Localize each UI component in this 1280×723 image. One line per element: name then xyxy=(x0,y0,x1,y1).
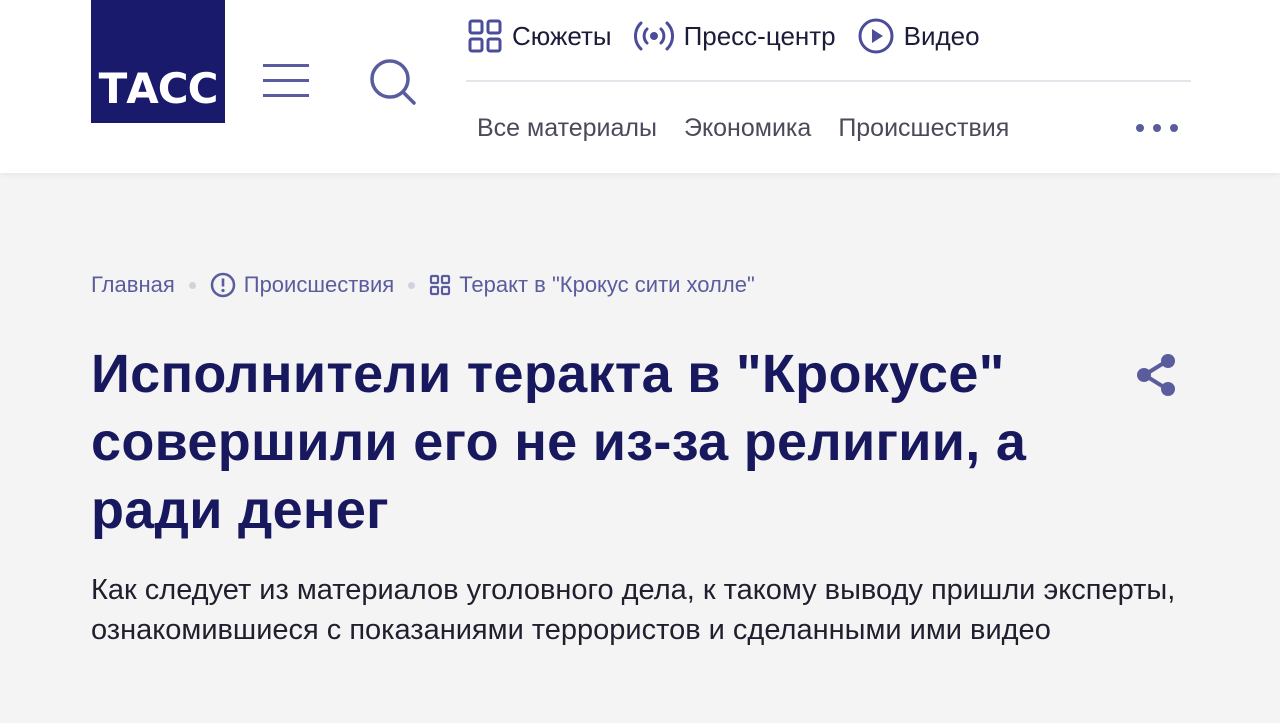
play-icon xyxy=(858,18,894,54)
breadcrumb-separator xyxy=(408,281,416,289)
nav-divider xyxy=(466,80,1191,82)
breadcrumb-story-label: Теракт в "Крокус сити холле" xyxy=(459,272,755,297)
menu-icon[interactable] xyxy=(263,62,309,100)
top-nav: Сюжеты Пресс-центр Видео xyxy=(468,14,1002,58)
grid-icon xyxy=(430,274,451,296)
tass-logo[interactable]: ТАСС xyxy=(91,0,225,123)
article-lead: Как следует из материалов уголовного дел… xyxy=(91,574,1176,646)
nav-press-center-label: Пресс-центр xyxy=(683,21,836,51)
more-dots-icon[interactable] xyxy=(1134,118,1180,138)
broadcast-icon xyxy=(633,21,674,51)
logo-text: ТАСС xyxy=(98,64,219,113)
breadcrumb-home-label: Главная xyxy=(91,272,175,297)
nav-press-center[interactable]: Пресс-центр xyxy=(633,19,836,53)
breadcrumb-home[interactable]: Главная xyxy=(91,270,175,300)
breadcrumb-separator xyxy=(188,281,196,289)
nav-video[interactable]: Видео xyxy=(858,18,980,54)
grid-icon xyxy=(468,19,502,53)
nav-stories[interactable]: Сюжеты xyxy=(468,19,612,53)
nav-video-label: Видео xyxy=(903,21,980,51)
search-icon[interactable] xyxy=(366,57,418,109)
site-header: ТАСС Сюжеты Пресс-центр Видео Все матери… xyxy=(0,0,1280,173)
breadcrumb: Главная Происшествия Теракт в "Крокус си… xyxy=(91,270,755,300)
breadcrumb-incidents[interactable]: Происшествия xyxy=(210,270,394,300)
breadcrumb-incidents-label: Происшествия xyxy=(243,272,395,297)
breadcrumb-story[interactable]: Теракт в "Крокус сити холле" xyxy=(429,270,755,300)
category-economy[interactable]: Экономика xyxy=(684,108,811,148)
nav-stories-label: Сюжеты xyxy=(512,21,612,51)
alert-circle-icon xyxy=(210,272,235,298)
share-icon[interactable] xyxy=(1134,352,1180,398)
category-nav: Все материалы Экономика Происшествия xyxy=(477,108,1036,148)
category-incidents[interactable]: Происшествия xyxy=(838,108,1009,148)
article-title: Исполнители теракта в "Крокусе" совершил… xyxy=(91,344,1027,540)
category-all-materials[interactable]: Все материалы xyxy=(477,108,657,148)
